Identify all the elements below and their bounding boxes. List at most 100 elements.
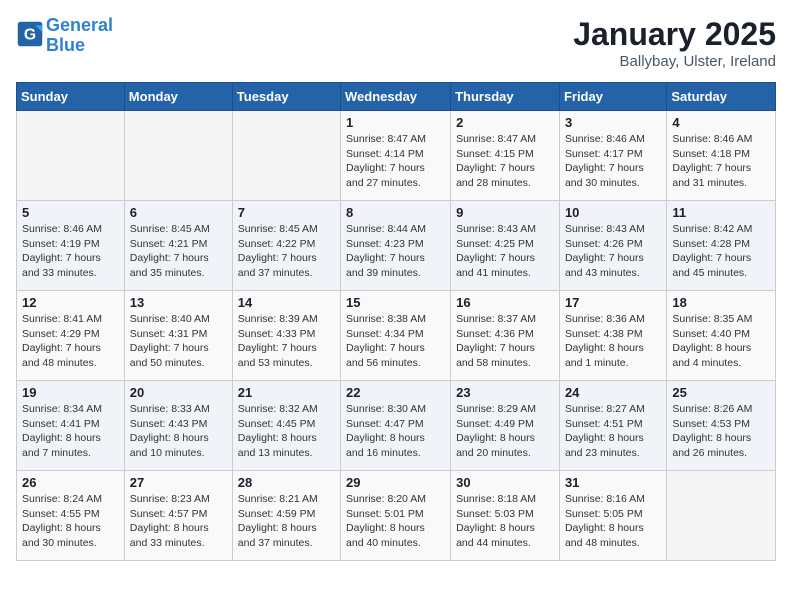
day-number: 23 (456, 385, 554, 400)
calendar-table: SundayMondayTuesdayWednesdayThursdayFrid… (16, 82, 776, 561)
day-number: 12 (22, 295, 119, 310)
calendar-week-1: 1 Sunrise: 8:47 AM Sunset: 4:14 PM Daylig… (17, 111, 776, 201)
day-number: 25 (672, 385, 770, 400)
calendar-cell: 7 Sunrise: 8:45 AM Sunset: 4:22 PM Daylig… (232, 201, 340, 291)
day-number: 11 (672, 205, 770, 220)
day-number: 7 (238, 205, 335, 220)
calendar-week-3: 12 Sunrise: 8:41 AM Sunset: 4:29 PM Dayli… (17, 291, 776, 381)
calendar-cell: 17Sunrise: 8:36 AM Sunset: 4:38 PM Dayli… (559, 291, 666, 381)
weekday-header-monday: Monday (124, 83, 232, 111)
day-number: 31 (565, 475, 661, 490)
day-number: 13 (130, 295, 227, 310)
day-number: 1 (346, 115, 445, 130)
day-info: Sunrise: 8:23 AM Sunset: 4:57 PM Dayligh… (130, 492, 227, 551)
day-info: Sunrise: 8:42 AM Sunset: 4:28 PM Dayligh… (672, 222, 770, 281)
calendar-cell: 10 Sunrise: 8:43 AM Sunset: 4:26 PM Dayli… (559, 201, 666, 291)
day-info: Sunrise: 8:37 AM Sunset: 4:36 PM Dayligh… (456, 312, 554, 371)
svg-text:G: G (24, 26, 36, 43)
calendar-cell: 1 Sunrise: 8:47 AM Sunset: 4:14 PM Daylig… (341, 111, 451, 201)
day-number: 30 (456, 475, 554, 490)
day-number: 16 (456, 295, 554, 310)
day-info: Sunrise: 8:45 AM Sunset: 4:21 PM Dayligh… (130, 222, 227, 281)
day-info: Sunrise: 8:39 AM Sunset: 4:33 PM Dayligh… (238, 312, 335, 371)
calendar-cell: 16 Sunrise: 8:37 AM Sunset: 4:36 PM Dayli… (451, 291, 560, 381)
day-number: 27 (130, 475, 227, 490)
calendar-cell: 24 Sunrise: 8:27 AM Sunset: 4:51 PM Dayli… (559, 381, 666, 471)
calendar-cell (667, 471, 776, 561)
location-subtitle: Ballybay, Ulster, Ireland (573, 53, 776, 70)
weekday-header-sunday: Sunday (17, 83, 125, 111)
calendar-cell: 30 Sunrise: 8:18 AM Sunset: 5:03 PM Dayli… (451, 471, 560, 561)
calendar-cell: 4 Sunrise: 8:46 AM Sunset: 4:18 PM Daylig… (667, 111, 776, 201)
calendar-cell: 11 Sunrise: 8:42 AM Sunset: 4:28 PM Dayli… (667, 201, 776, 291)
calendar-cell: 6 Sunrise: 8:45 AM Sunset: 4:21 PM Daylig… (124, 201, 232, 291)
day-number: 22 (346, 385, 445, 400)
day-info: Sunrise: 8:30 AM Sunset: 4:47 PM Dayligh… (346, 402, 445, 461)
calendar-cell: 13 Sunrise: 8:40 AM Sunset: 4:31 PM Dayli… (124, 291, 232, 381)
day-info: Sunrise: 8:46 AM Sunset: 4:19 PM Dayligh… (22, 222, 119, 281)
calendar-cell: 8 Sunrise: 8:44 AM Sunset: 4:23 PM Daylig… (341, 201, 451, 291)
day-number: 24 (565, 385, 661, 400)
day-info: Sunrise: 8:26 AM Sunset: 4:53 PM Dayligh… (672, 402, 770, 461)
calendar-cell: 25 Sunrise: 8:26 AM Sunset: 4:53 PM Dayli… (667, 381, 776, 471)
calendar-cell: 21Sunrise: 8:32 AM Sunset: 4:45 PM Dayli… (232, 381, 340, 471)
day-info: Sunrise: 8:44 AM Sunset: 4:23 PM Dayligh… (346, 222, 445, 281)
day-info: Sunrise: 8:32 AM Sunset: 4:45 PM Dayligh… (238, 402, 335, 461)
day-info: Sunrise: 8:47 AM Sunset: 4:15 PM Dayligh… (456, 132, 554, 191)
day-number: 10 (565, 205, 661, 220)
day-info: Sunrise: 8:36 AM Sunset: 4:38 PM Dayligh… (565, 312, 661, 371)
day-number: 14 (238, 295, 335, 310)
day-info: Sunrise: 8:41 AM Sunset: 4:29 PM Dayligh… (22, 312, 119, 371)
month-title: January 2025 (573, 16, 776, 53)
weekday-header-row: SundayMondayTuesdayWednesdayThursdayFrid… (17, 83, 776, 111)
day-info: Sunrise: 8:21 AM Sunset: 4:59 PM Dayligh… (238, 492, 335, 551)
weekday-header-saturday: Saturday (667, 83, 776, 111)
day-number: 20 (130, 385, 227, 400)
day-info: Sunrise: 8:18 AM Sunset: 5:03 PM Dayligh… (456, 492, 554, 551)
day-info: Sunrise: 8:29 AM Sunset: 4:49 PM Dayligh… (456, 402, 554, 461)
day-number: 4 (672, 115, 770, 130)
day-info: Sunrise: 8:40 AM Sunset: 4:31 PM Dayligh… (130, 312, 227, 371)
calendar-cell: 19 Sunrise: 8:34 AM Sunset: 4:41 PM Dayli… (17, 381, 125, 471)
day-number: 5 (22, 205, 119, 220)
calendar-cell: 18 Sunrise: 8:35 AM Sunset: 4:40 PM Dayli… (667, 291, 776, 381)
day-info: Sunrise: 8:24 AM Sunset: 4:55 PM Dayligh… (22, 492, 119, 551)
day-number: 28 (238, 475, 335, 490)
weekday-header-wednesday: Wednesday (341, 83, 451, 111)
day-number: 9 (456, 205, 554, 220)
day-number: 19 (22, 385, 119, 400)
title-block: January 2025 Ballybay, Ulster, Ireland (573, 16, 776, 70)
day-info: Sunrise: 8:47 AM Sunset: 4:14 PM Dayligh… (346, 132, 445, 191)
day-info: Sunrise: 8:43 AM Sunset: 4:25 PM Dayligh… (456, 222, 554, 281)
calendar-cell: 22 Sunrise: 8:30 AM Sunset: 4:47 PM Dayli… (341, 381, 451, 471)
weekday-header-tuesday: Tuesday (232, 83, 340, 111)
calendar-cell: 12 Sunrise: 8:41 AM Sunset: 4:29 PM Dayli… (17, 291, 125, 381)
calendar-week-5: 26 Sunrise: 8:24 AM Sunset: 4:55 PM Dayli… (17, 471, 776, 561)
weekday-header-thursday: Thursday (451, 83, 560, 111)
day-info: Sunrise: 8:20 AM Sunset: 5:01 PM Dayligh… (346, 492, 445, 551)
day-info: Sunrise: 8:16 AM Sunset: 5:05 PM Dayligh… (565, 492, 661, 551)
calendar-cell: 5 Sunrise: 8:46 AM Sunset: 4:19 PM Daylig… (17, 201, 125, 291)
calendar-cell (17, 111, 125, 201)
calendar-cell: 14 Sunrise: 8:39 AM Sunset: 4:33 PM Dayli… (232, 291, 340, 381)
day-info: Sunrise: 8:27 AM Sunset: 4:51 PM Dayligh… (565, 402, 661, 461)
calendar-week-2: 5 Sunrise: 8:46 AM Sunset: 4:19 PM Daylig… (17, 201, 776, 291)
day-number: 6 (130, 205, 227, 220)
day-number: 2 (456, 115, 554, 130)
day-number: 29 (346, 475, 445, 490)
day-info: Sunrise: 8:43 AM Sunset: 4:26 PM Dayligh… (565, 222, 661, 281)
day-number: 3 (565, 115, 661, 130)
day-info: Sunrise: 8:46 AM Sunset: 4:18 PM Dayligh… (672, 132, 770, 191)
day-number: 15 (346, 295, 445, 310)
logo: G GeneralBlue (16, 16, 113, 56)
day-info: Sunrise: 8:46 AM Sunset: 4:17 PM Dayligh… (565, 132, 661, 191)
day-info: Sunrise: 8:34 AM Sunset: 4:41 PM Dayligh… (22, 402, 119, 461)
day-number: 26 (22, 475, 119, 490)
calendar-cell: 3 Sunrise: 8:46 AM Sunset: 4:17 PM Daylig… (559, 111, 666, 201)
day-number: 8 (346, 205, 445, 220)
day-info: Sunrise: 8:33 AM Sunset: 4:43 PM Dayligh… (130, 402, 227, 461)
day-number: 18 (672, 295, 770, 310)
day-info: Sunrise: 8:45 AM Sunset: 4:22 PM Dayligh… (238, 222, 335, 281)
logo-icon: G (16, 20, 44, 48)
day-info: Sunrise: 8:35 AM Sunset: 4:40 PM Dayligh… (672, 312, 770, 371)
